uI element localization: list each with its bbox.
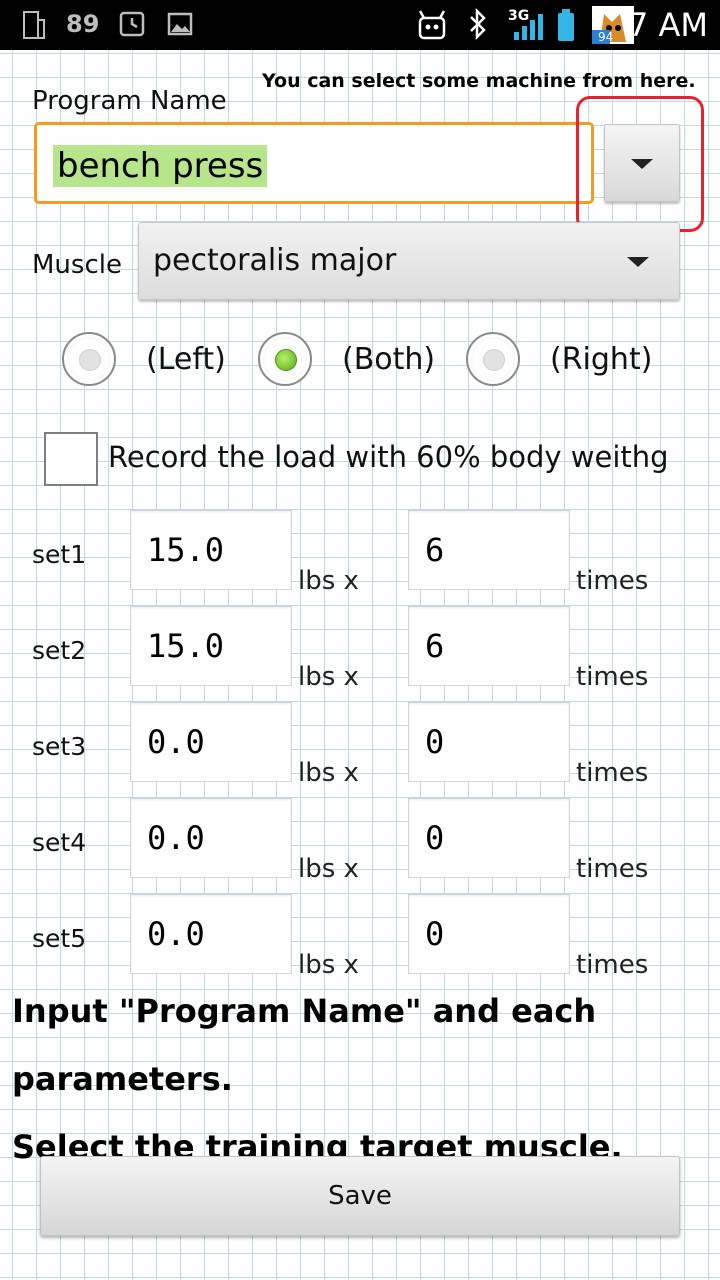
- set-label: set4: [32, 828, 87, 857]
- program-name-value: bench press: [53, 145, 268, 187]
- dropdown-arrow-icon: [627, 257, 649, 267]
- set4-weight-value: 0.0: [147, 819, 205, 857]
- instruction-line-1: Input "Program Name" and each: [12, 992, 597, 1030]
- status-bar: 89 3G 94 7 AM: [0, 0, 720, 50]
- set1-reps-input[interactable]: 6: [408, 510, 570, 590]
- radio-right[interactable]: [466, 332, 520, 386]
- hint-select-machine: You can select some machine from here.: [262, 70, 696, 92]
- weight-unit: lbs x: [298, 854, 359, 884]
- set3-reps-value: 0: [425, 723, 445, 761]
- set-label: set2: [32, 636, 87, 665]
- radio-left[interactable]: [62, 332, 116, 386]
- weight-unit: lbs x: [298, 758, 359, 788]
- set3-weight-value: 0.0: [147, 723, 205, 761]
- battery-icon: [556, 8, 576, 48]
- weight-unit: lbs x: [298, 662, 359, 692]
- weight-unit: lbs x: [298, 950, 359, 980]
- radio-both[interactable]: [258, 332, 312, 386]
- set3-weight-input[interactable]: 0.0: [130, 702, 292, 782]
- set2-reps-value: 6: [425, 627, 445, 665]
- set2-weight-value: 15.0: [147, 627, 225, 665]
- radio-both-label: (Both): [342, 342, 436, 377]
- set1-weight-value: 15.0: [147, 531, 225, 569]
- set5-reps-input[interactable]: 0: [408, 894, 570, 974]
- alarm-icon: [118, 10, 146, 44]
- bluetooth-icon: [468, 7, 488, 46]
- set3-reps-input[interactable]: 0: [408, 702, 570, 782]
- notification-count: 89: [66, 10, 100, 38]
- save-button[interactable]: Save: [40, 1156, 680, 1236]
- set5-weight-value: 0.0: [147, 915, 205, 953]
- set-label: set1: [32, 540, 87, 569]
- muscle-select[interactable]: pectoralis major: [138, 222, 680, 300]
- radio-right-label: (Right): [550, 342, 653, 377]
- set-label: set5: [32, 924, 87, 953]
- radio-left-label: (Left): [146, 342, 226, 377]
- annotation-highlight-box: [576, 96, 704, 232]
- bodyweight-checkbox[interactable]: [44, 432, 98, 486]
- set2-reps-input[interactable]: 6: [408, 606, 570, 686]
- set-label: set3: [32, 732, 87, 761]
- set4-reps-value: 0: [425, 819, 445, 857]
- reps-unit: times: [576, 758, 649, 788]
- set5-weight-input[interactable]: 0.0: [130, 894, 292, 974]
- signal-icon: [512, 12, 544, 46]
- program-name-input[interactable]: bench press: [34, 122, 594, 204]
- muscle-label: Muscle: [32, 250, 122, 280]
- set1-weight-input[interactable]: 15.0: [130, 510, 292, 590]
- picture-icon: [166, 10, 194, 44]
- clock: 7 AM: [627, 6, 708, 44]
- reps-unit: times: [576, 566, 649, 596]
- program-name-label: Program Name: [32, 86, 227, 116]
- sim-icon: [20, 10, 48, 46]
- badge-count: 94: [598, 30, 614, 44]
- set1-reps-value: 6: [425, 531, 445, 569]
- reps-unit: times: [576, 662, 649, 692]
- set2-weight-input[interactable]: 15.0: [130, 606, 292, 686]
- instruction-line-2: parameters.: [12, 1060, 233, 1098]
- reps-unit: times: [576, 950, 649, 980]
- reps-unit: times: [576, 854, 649, 884]
- weight-unit: lbs x: [298, 566, 359, 596]
- muscle-selected-value: pectoralis major: [153, 243, 397, 278]
- set5-reps-value: 0: [425, 915, 445, 953]
- set4-weight-input[interactable]: 0.0: [130, 798, 292, 878]
- android-icon: [416, 8, 448, 48]
- bodyweight-label: Record the load with 60% body weithg: [108, 440, 669, 474]
- set4-reps-input[interactable]: 0: [408, 798, 570, 878]
